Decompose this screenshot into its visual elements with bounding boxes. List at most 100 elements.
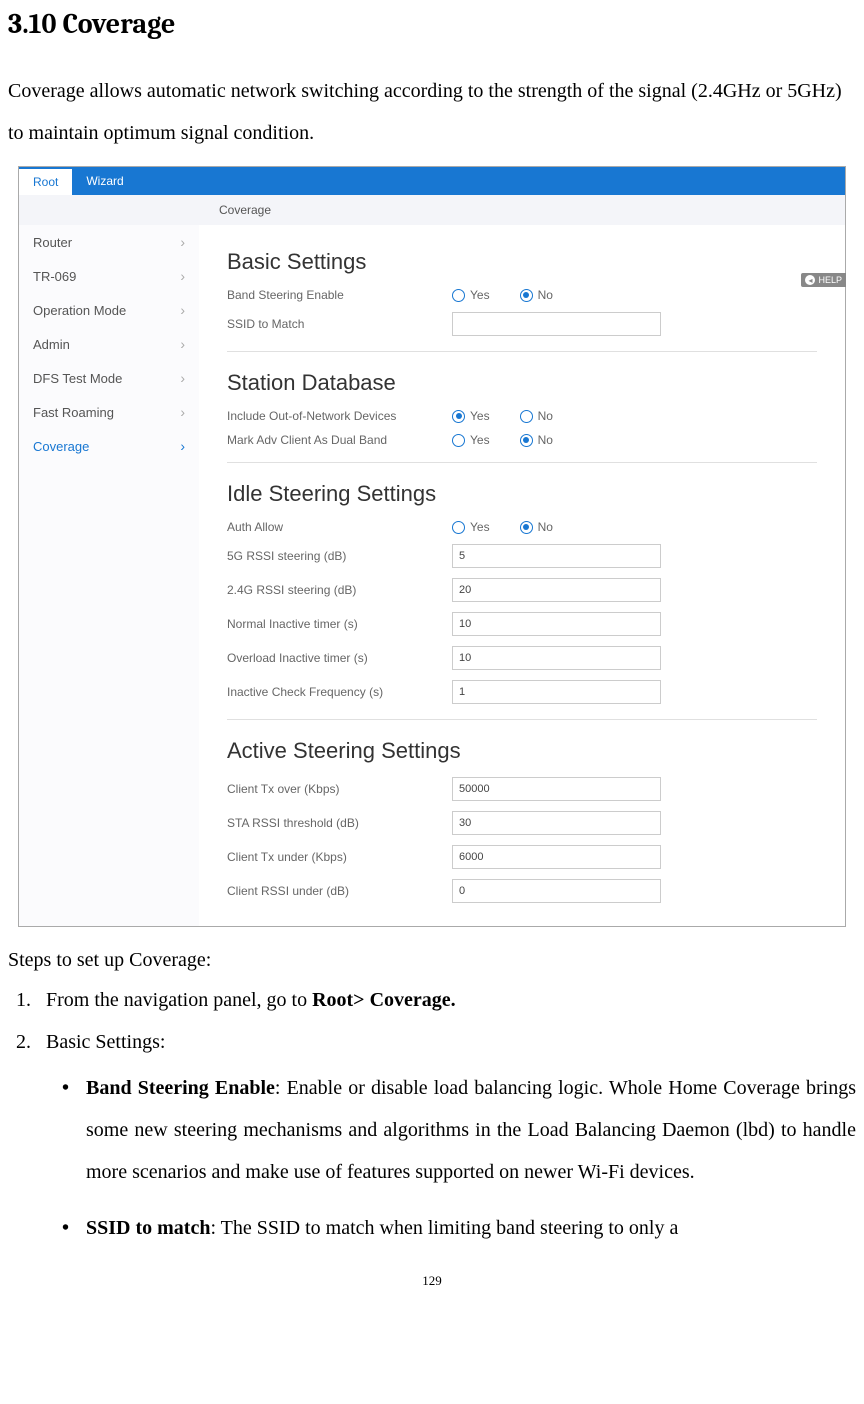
radio-mark-adv-no[interactable]: No — [520, 433, 553, 447]
row-client-rssi-under: Client RSSI under (dB) — [227, 874, 817, 908]
sidebar: Router › TR-069 › Operation Mode› Admin › D… — [19, 225, 199, 926]
label-inactive-check: Inactive Check Frequency (s) — [227, 685, 452, 699]
radio-icon — [452, 410, 465, 423]
steps-intro: Steps to set up Coverage: — [8, 945, 856, 975]
help-label: HELP — [818, 275, 842, 285]
input-24g-rssi[interactable] — [452, 578, 661, 602]
label-sta-rssi: STA RSSI threshold (dB) — [227, 816, 452, 830]
intro-paragraph: Coverage allows automatic network switch… — [8, 70, 856, 154]
radio-icon — [452, 521, 465, 534]
tabs-bar: Root Wizard — [19, 167, 845, 195]
label-overload-inactive: Overload Inactive timer (s) — [227, 651, 452, 665]
step-1: From the navigation panel, go to Root> C… — [36, 985, 856, 1015]
chevron-right-icon: › — [180, 438, 185, 454]
chevron-right-icon: › — [180, 234, 185, 250]
active-steering-title: Active Steering Settings — [227, 738, 817, 764]
row-band-steering: Band Steering Enable Yes No — [227, 283, 817, 307]
radio-icon — [452, 434, 465, 447]
sidebar-item-tr069[interactable]: TR-069 › — [19, 259, 199, 293]
chevron-right-icon: › — [180, 404, 185, 420]
sidebar-item-label: Coverage — [33, 439, 89, 454]
label-5g-rssi: 5G RSSI steering (dB) — [227, 549, 452, 563]
chevron-right-icon: › — [180, 370, 185, 386]
help-badge[interactable]: ◂HELP — [801, 273, 846, 287]
row-include-oon: Include Out-of-Network Devices Yes No — [227, 404, 817, 428]
bullet-band-steering: Band Steering Enable: Enable or disable … — [58, 1067, 856, 1193]
label-ssid-match: SSID to Match — [227, 317, 452, 331]
row-overload-inactive: Overload Inactive timer (s) — [227, 641, 817, 675]
input-sta-rssi[interactable] — [452, 811, 661, 835]
basic-settings-title: Basic Settings — [227, 249, 817, 275]
page-number: 129 — [8, 1273, 856, 1289]
bullet-ssid-to-match: SSID to match: The SSID to match when li… — [58, 1207, 856, 1249]
chevron-right-icon: › — [180, 268, 185, 284]
radio-icon — [520, 434, 533, 447]
steps-section: Steps to set up Coverage: From the navig… — [8, 945, 856, 1249]
step-1-path: Root> Coverage. — [312, 989, 456, 1011]
row-tx-under: Client Tx under (Kbps) — [227, 840, 817, 874]
label-normal-inactive: Normal Inactive timer (s) — [227, 617, 452, 631]
sidebar-item-label: TR-069 — [33, 269, 76, 284]
section-heading: 3.10 Coverage — [8, 8, 856, 40]
radio-band-steering-yes[interactable]: Yes — [452, 288, 490, 302]
label-client-rssi-under: Client RSSI under (dB) — [227, 884, 452, 898]
row-auth-allow: Auth Allow Yes No — [227, 515, 817, 539]
input-tx-under[interactable] — [452, 845, 661, 869]
main-panel: ◂HELP Basic Settings Band Steering Enabl… — [199, 225, 845, 926]
sidebar-item-label: Fast Roaming — [33, 405, 114, 420]
radio-icon — [520, 289, 533, 302]
label-mark-adv: Mark Adv Client As Dual Band — [227, 433, 452, 447]
radio-band-steering-no[interactable]: No — [520, 288, 553, 302]
sidebar-item-dfs[interactable]: DFS Test Mode › — [19, 361, 199, 395]
row-inactive-check: Inactive Check Frequency (s) — [227, 675, 817, 709]
sidebar-item-coverage[interactable]: Coverage › — [19, 429, 199, 463]
chevron-right-icon: › — [180, 336, 185, 352]
idle-steering-title: Idle Steering Settings — [227, 481, 817, 507]
radio-mark-adv-yes[interactable]: Yes — [452, 433, 490, 447]
sidebar-item-admin[interactable]: Admin › — [19, 327, 199, 361]
input-inactive-check[interactable] — [452, 680, 661, 704]
input-normal-inactive[interactable] — [452, 612, 661, 636]
step-2: Basic Settings: Band Steering Enable: En… — [36, 1027, 856, 1249]
caret-left-icon: ◂ — [805, 275, 815, 285]
row-5g-rssi: 5G RSSI steering (dB) — [227, 539, 817, 573]
row-sta-rssi: STA RSSI threshold (dB) — [227, 806, 817, 840]
sidebar-item-label: Admin — [33, 337, 70, 352]
row-ssid-match: SSID to Match — [227, 307, 817, 341]
input-client-rssi-under[interactable] — [452, 879, 661, 903]
radio-auth-allow-no[interactable]: No — [520, 520, 553, 534]
label-band-steering: Band Steering Enable — [227, 288, 452, 302]
sidebar-item-label: DFS Test Mode — [33, 371, 122, 386]
label-include-oon: Include Out-of-Network Devices — [227, 409, 452, 423]
input-overload-inactive[interactable] — [452, 646, 661, 670]
input-tx-over[interactable] — [452, 777, 661, 801]
sidebar-item-operation-mode[interactable]: Operation Mode› — [19, 293, 199, 327]
basic-settings-bullets: Band Steering Enable: Enable or disable … — [46, 1067, 856, 1249]
input-ssid-match[interactable] — [452, 312, 661, 336]
station-database-title: Station Database — [227, 370, 817, 396]
radio-icon — [452, 289, 465, 302]
tab-root[interactable]: Root — [19, 167, 72, 195]
steps-list: From the navigation panel, go to Root> C… — [8, 985, 856, 1249]
row-24g-rssi: 2.4G RSSI steering (dB) — [227, 573, 817, 607]
radio-include-oon-yes[interactable]: Yes — [452, 409, 490, 423]
radio-include-oon-no[interactable]: No — [520, 409, 553, 423]
label-tx-over: Client Tx over (Kbps) — [227, 782, 452, 796]
chevron-right-icon: › — [180, 302, 185, 318]
separator — [227, 351, 817, 352]
radio-auth-allow-yes[interactable]: Yes — [452, 520, 490, 534]
sidebar-item-router[interactable]: Router › — [19, 225, 199, 259]
input-5g-rssi[interactable] — [452, 544, 661, 568]
row-normal-inactive: Normal Inactive timer (s) — [227, 607, 817, 641]
sidebar-item-label: Router — [33, 235, 72, 250]
row-mark-adv: Mark Adv Client As Dual Band Yes No — [227, 428, 817, 452]
separator — [227, 462, 817, 463]
separator — [227, 719, 817, 720]
label-tx-under: Client Tx under (Kbps) — [227, 850, 452, 864]
radio-icon — [520, 521, 533, 534]
radio-icon — [520, 410, 533, 423]
router-ui-screenshot: Root Wizard Coverage Router › TR-069 › Ope… — [18, 166, 846, 927]
sidebar-item-fast-roaming[interactable]: Fast Roaming › — [19, 395, 199, 429]
tab-wizard[interactable]: Wizard — [72, 167, 137, 195]
label-auth-allow: Auth Allow — [227, 520, 452, 534]
